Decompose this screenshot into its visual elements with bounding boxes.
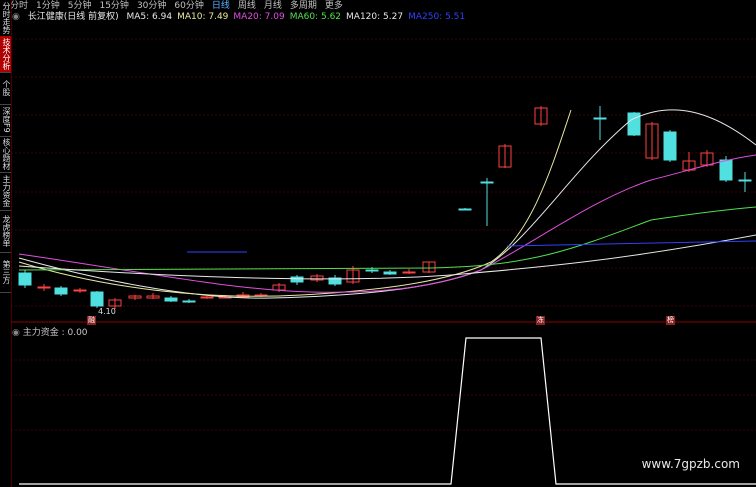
price-chart[interactable]: [11, 0, 756, 487]
ma-line-3: [18, 206, 756, 271]
ma-label-3: MA60: 5.62: [289, 12, 342, 22]
candle-body-27: [593, 117, 607, 120]
candle-body-34: [738, 179, 752, 182]
ma-label-2: MA20: 7.09: [233, 12, 285, 22]
left-tab-2[interactable]: 个股: [0, 72, 11, 105]
left-tab-3[interactable]: 深度F9: [0, 104, 11, 137]
marker-dong[interactable]: 冻: [536, 316, 545, 325]
candle-body-8: [164, 297, 178, 302]
candle-body-2: [54, 287, 68, 295]
left-tab-bar: 分时走势 技术分析 个股 深度F9 核心题材 主力资金 龙虎榜单 第三方: [0, 0, 11, 487]
marker-rong[interactable]: 融: [87, 316, 96, 325]
left-tab-6[interactable]: 龙虎榜单: [0, 210, 11, 253]
left-tab-0[interactable]: 分时走势: [0, 0, 11, 37]
watermark: www.7gpzb.com: [641, 457, 740, 471]
ma-label-0: MA5: 6.94: [126, 12, 173, 22]
candle-body-9: [182, 300, 196, 303]
left-tab-4[interactable]: 核心题材: [0, 136, 11, 173]
stock-name: 长江健康(日线 前复权): [27, 12, 119, 22]
low-price-label: 4.10: [98, 307, 116, 316]
ma-label-5: MA250: 5.51: [408, 12, 466, 22]
left-tab-7[interactable]: 第三方: [0, 252, 11, 293]
ma-line-5: [506, 240, 756, 247]
candle-body-19: [365, 269, 379, 272]
candle-body-21: [402, 271, 416, 274]
candle-body-15: [290, 276, 304, 283]
indicator-toggle-icon[interactable]: ◉: [12, 328, 20, 338]
left-tab-1[interactable]: 技术分析: [0, 36, 11, 73]
candle-body-20: [383, 271, 397, 275]
candle-body-1: [37, 286, 51, 289]
candle-body-10: [200, 296, 214, 299]
indicator-header: ◉ 主力资金 : 0.00: [12, 325, 88, 338]
marker-bang[interactable]: 榜: [666, 316, 675, 325]
stock-header: ◉ 长江健康(日线 前复权) MA5: 6.94 MA10: 7.49 MA20: …: [12, 9, 475, 22]
candle-body-3: [73, 289, 87, 292]
left-tab-5[interactable]: 主力资金: [0, 172, 11, 211]
candle-body-33: [719, 159, 733, 181]
candle-body-24: [480, 181, 494, 184]
indicator-label: 主力资金 : 0.00: [22, 328, 88, 338]
candle-body-23: [458, 208, 472, 211]
indicator-toggle-icon[interactable]: ◉: [12, 12, 20, 22]
candle-body-0: [18, 272, 32, 286]
ma-label-4: MA120: 5.27: [346, 12, 404, 22]
ma-label-1: MA10: 7.49: [177, 12, 229, 22]
candle-body-30: [663, 131, 677, 161]
candle-body-4: [90, 291, 104, 307]
